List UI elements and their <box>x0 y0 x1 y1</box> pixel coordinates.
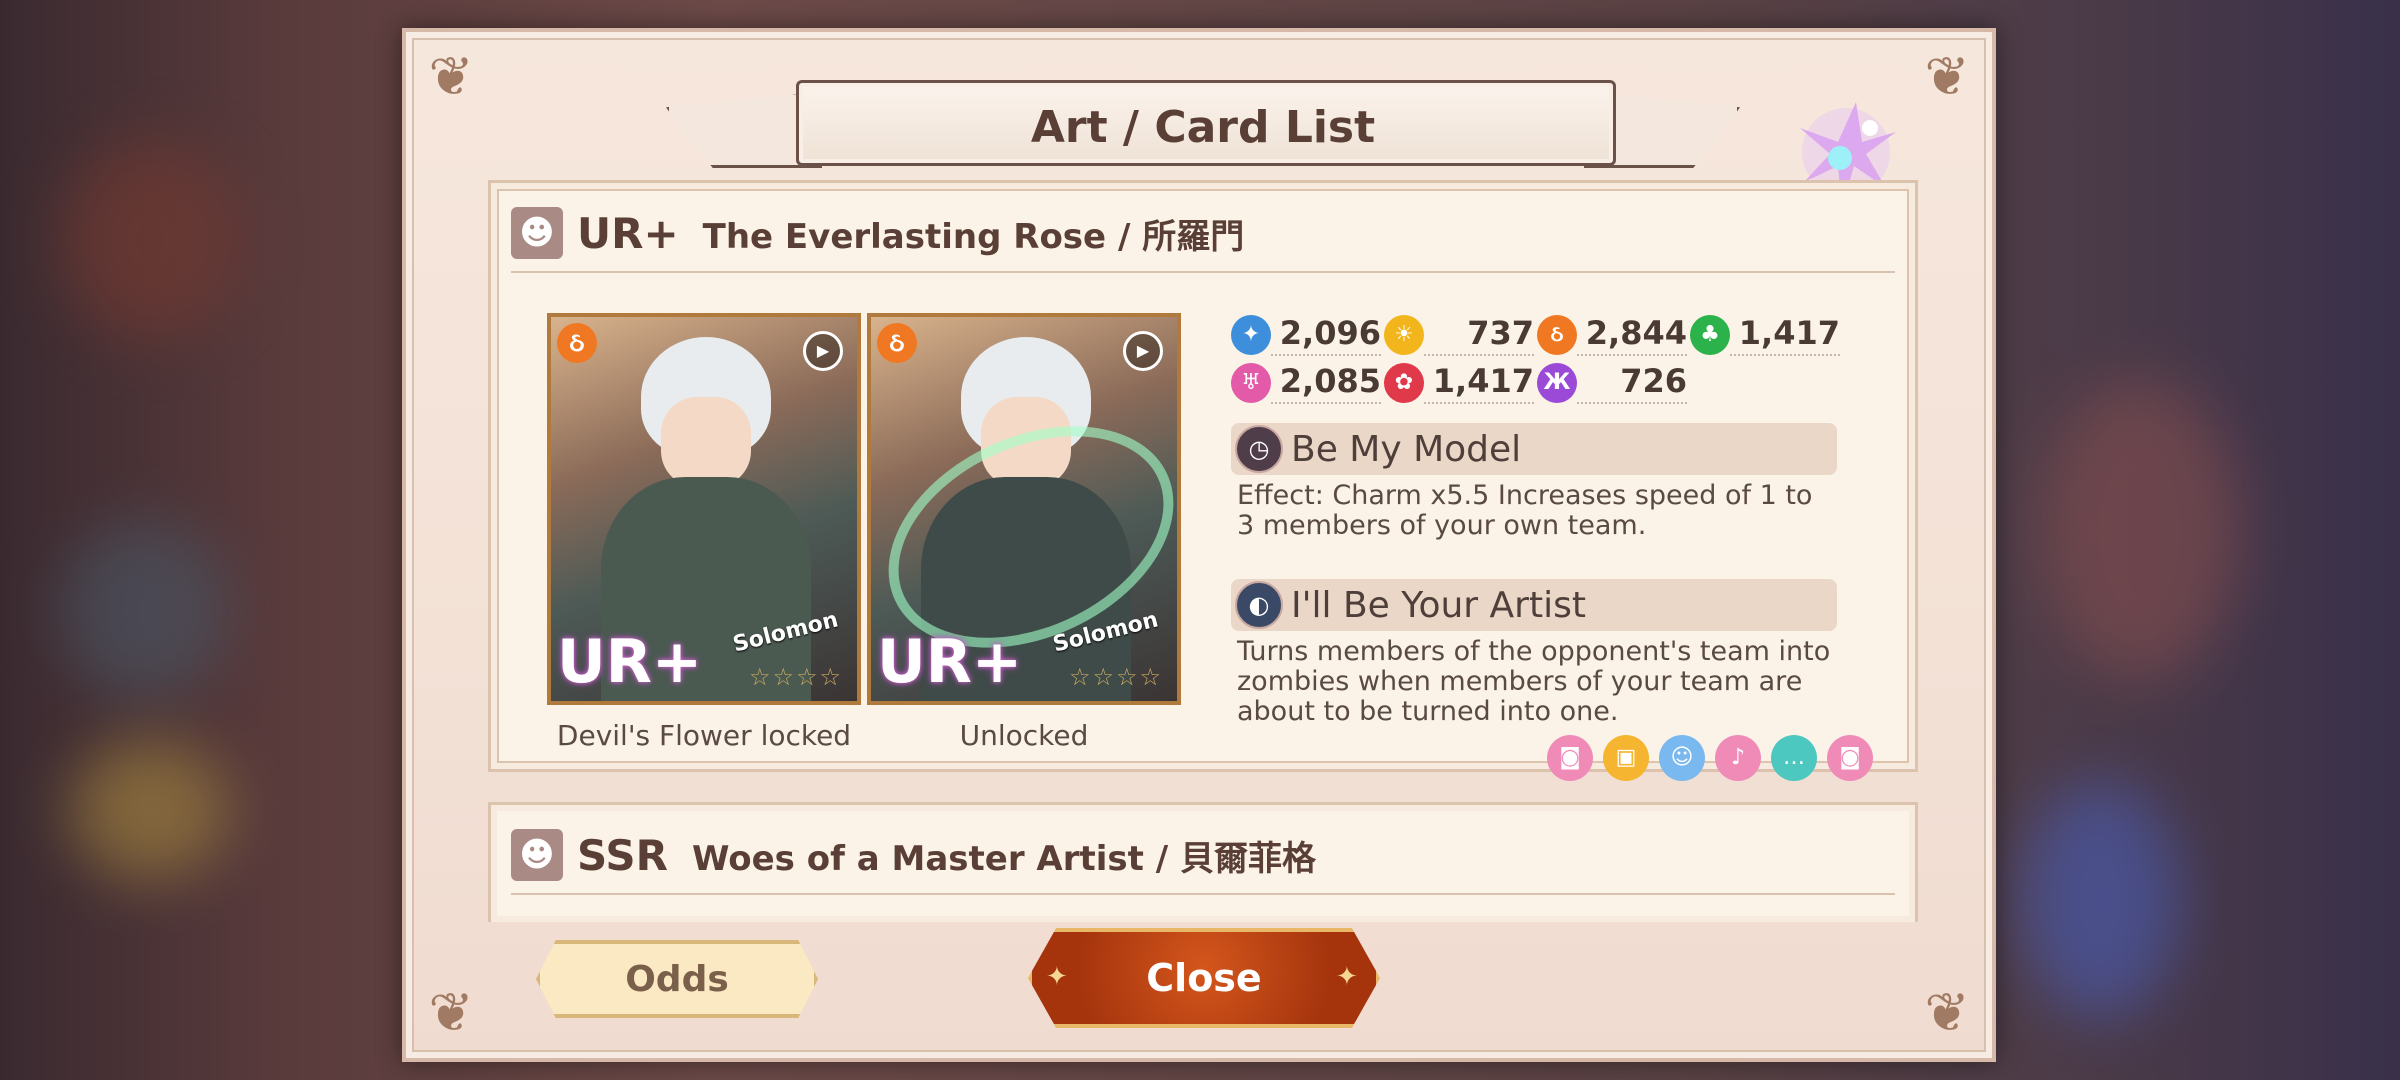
stat-wings: Ж 726 <box>1537 361 1687 405</box>
ornament-icon: ❦ <box>428 45 474 108</box>
stat-flame: ઠ 2,844 <box>1537 313 1687 357</box>
stat-leaf: ♣ 1,417 <box>1690 313 1840 357</box>
art-caption: Devil's Flower locked <box>556 719 852 752</box>
close-button[interactable]: Close <box>1028 928 1380 1028</box>
skill-description: Effect: Charm x5.5 Increases speed of 1 … <box>1237 480 1813 541</box>
sparkle-icon: ✦ <box>1336 962 1358 992</box>
rose-icon: ✿ <box>1384 363 1424 403</box>
odds-button[interactable]: Odds <box>536 940 818 1018</box>
card-entry: ☻ SSR Woes of a Master Artist / 貝爾菲格 <box>488 802 1918 922</box>
sparkle-icon: ✦ <box>1046 962 1068 992</box>
divider <box>511 271 1895 273</box>
flame-icon: ઠ <box>557 323 597 363</box>
flame-icon: ઠ <box>1537 315 1577 355</box>
pride-icon: ✦ <box>1231 315 1271 355</box>
card-art-unlocked[interactable]: ઠ ▶ UR+ Solomon ☆☆☆☆ <box>867 313 1181 705</box>
play-icon[interactable]: ▶ <box>1123 331 1163 371</box>
charm-icon: ♅ <box>1231 363 1271 403</box>
ornament-icon: ❦ <box>428 981 474 1044</box>
chat-icon: … <box>1771 735 1817 781</box>
wings-icon: Ж <box>1537 363 1577 403</box>
face-icon: ☺ <box>1659 735 1705 781</box>
rarity-label: UR+ <box>577 208 679 258</box>
sun-icon: ☀ <box>1384 315 1424 355</box>
skill-header: ◷ Be My Model <box>1231 423 1837 475</box>
star-rating: ☆☆☆☆ <box>1068 663 1163 691</box>
flame-icon: ઠ <box>877 323 917 363</box>
skill-title: Be My Model <box>1291 428 1522 470</box>
stat-rose: ✿ 1,417 <box>1384 361 1534 405</box>
art-caption: Unlocked <box>959 719 1089 752</box>
stat-charm: ♅ 2,085 <box>1231 361 1381 405</box>
bonus-icons: ◙ ▣ ☺ ♪ … ◙ <box>1547 735 1873 781</box>
devil-icon: ☻ <box>511 207 563 259</box>
skill-header: ◐ I'll Be Your Artist <box>1231 579 1837 631</box>
divider <box>511 893 1895 895</box>
card-name: The Everlasting Rose / 所羅門 <box>702 216 1245 257</box>
ur-plus-badge: UR+ <box>877 627 1023 697</box>
stat-sun: ☀ 737 <box>1384 313 1534 357</box>
skill-title: I'll Be Your Artist <box>1291 584 1586 626</box>
fish-icon: ◐ <box>1235 581 1283 629</box>
mic-icon: ♪ <box>1715 735 1761 781</box>
camera-icon: ◙ <box>1827 735 1873 781</box>
stat-pride: ✦ 2,096 <box>1231 313 1381 357</box>
play-icon[interactable]: ▶ <box>803 331 843 371</box>
card-art-locked[interactable]: ઠ ▶ UR+ Solomon ☆☆☆☆ <box>547 313 861 705</box>
card-header: ☻ UR+ The Everlasting Rose / 所羅門 <box>511 203 1244 263</box>
rarity-label: SSR <box>577 830 668 880</box>
card-name: Woes of a Master Artist / 貝爾菲格 <box>691 838 1317 879</box>
devil-icon: ☻ <box>511 829 563 881</box>
skill-description: Turns members of the opponent's team int… <box>1237 636 1831 727</box>
star-rating: ☆☆☆☆ <box>748 663 843 691</box>
leaf-icon: ♣ <box>1690 315 1730 355</box>
card-entry: ☻ UR+ The Everlasting Rose / 所羅門 ઠ ▶ UR+… <box>488 180 1918 781</box>
stopwatch-icon: ◷ <box>1235 425 1283 473</box>
ornament-icon: ❦ <box>1924 981 1970 1044</box>
ur-plus-badge: UR+ <box>557 627 703 697</box>
art-card-list-dialog: ❦ ❦ ❦ ❦ Art / Card List ☻ UR+ The Everla… <box>402 28 1996 1062</box>
camera-icon: ◙ <box>1547 735 1593 781</box>
card-header: ☻ SSR Woes of a Master Artist / 貝爾菲格 <box>511 825 1316 885</box>
gift-icon: ▣ <box>1603 735 1649 781</box>
dialog-title: Art / Card List <box>1030 102 1376 153</box>
